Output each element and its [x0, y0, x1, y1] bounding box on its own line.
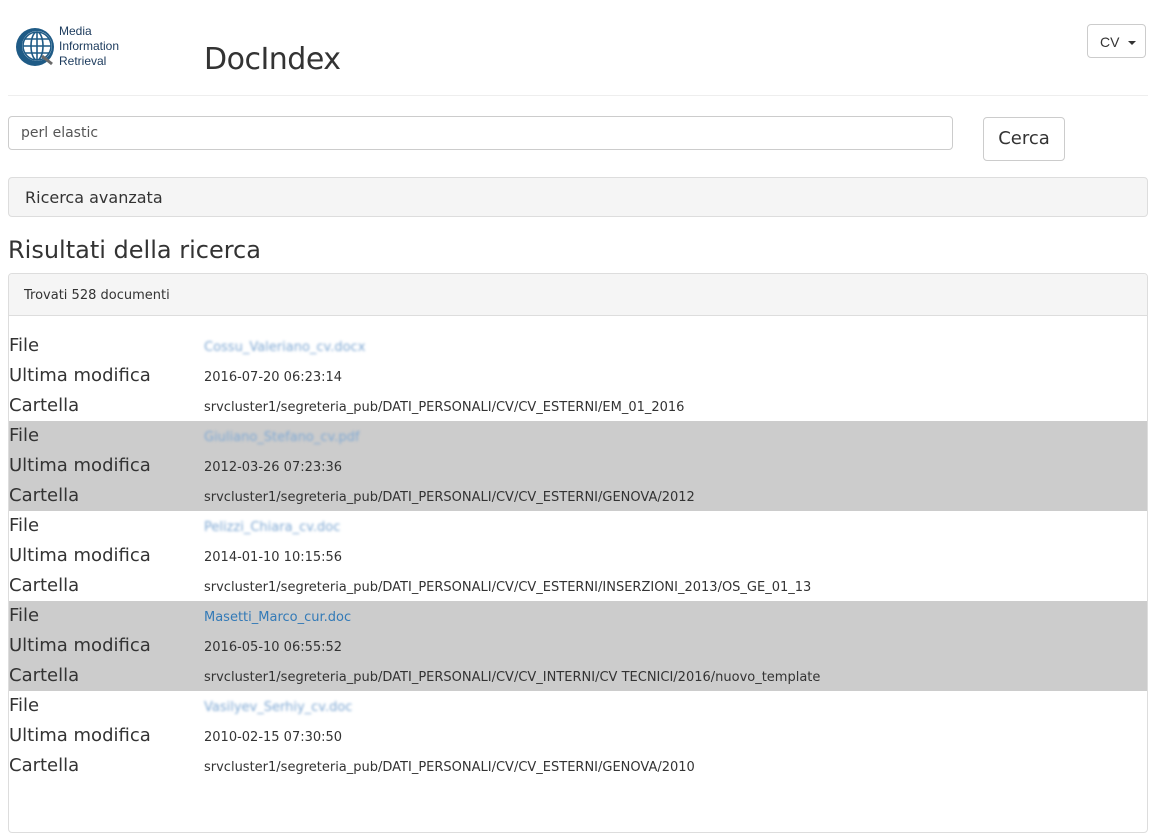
result-value-folder: srvcluster1/segreteria_pub/DATI_PERSONAL… — [204, 670, 821, 685]
result-row-modified: Ultima modifica 2016-07-20 06:23:14 — [9, 361, 1147, 391]
result-row-modified: Ultima modifica 2010-02-15 07:30:50 — [9, 721, 1147, 751]
result-item: File Vasilyev_Serhiy_cv.doc Ultima modific… — [9, 691, 1147, 781]
result-item: File Giuliano_Stefano_cv.pdf Ultima modifi… — [9, 421, 1147, 511]
result-row-modified: Ultima modifica 2016-05-10 06:55:52 — [9, 631, 1147, 661]
result-label-folder: Cartella — [9, 665, 80, 686]
result-label-file: File — [9, 695, 40, 716]
result-label-modified: Ultima modifica — [9, 365, 151, 386]
result-label-folder: Cartella — [9, 575, 80, 596]
logo-line-1: Media — [59, 24, 92, 38]
result-file-link[interactable]: Pelizzi_Chiara_cv.doc — [204, 513, 340, 543]
result-item: File Masetti_Marco_cur.doc Ultima modifica… — [9, 601, 1147, 691]
result-row-file: File Cossu_Valeriano_cv.docx — [9, 331, 1147, 363]
result-value-modified: 2014-01-10 10:15:56 — [204, 550, 343, 565]
result-label-folder: Cartella — [9, 755, 80, 776]
logo-text: Media Information Retrieval — [59, 24, 119, 69]
results-count: Trovati 528 documenti — [9, 274, 1147, 316]
result-row-file: File Masetti_Marco_cur.doc — [9, 601, 1147, 633]
result-file-link[interactable]: Cossu_Valeriano_cv.docx — [204, 333, 365, 363]
result-value-folder: srvcluster1/segreteria_pub/DATI_PERSONAL… — [204, 490, 695, 505]
result-label-folder: Cartella — [9, 395, 80, 416]
result-item: File Cossu_Valeriano_cv.docx Ultima modifi… — [9, 331, 1147, 421]
result-value-folder: srvcluster1/segreteria_pub/DATI_PERSONAL… — [204, 580, 812, 595]
results-panel: Trovati 528 documenti File Cossu_Valerian… — [8, 273, 1148, 833]
search-input[interactable]: perl elastic — [8, 116, 953, 150]
result-value-modified: 2012-03-26 07:23:36 — [204, 460, 343, 475]
result-value-modified: 2016-07-20 06:23:14 — [204, 370, 343, 385]
logo-line-2: Information — [59, 39, 120, 53]
result-row-file: File Giuliano_Stefano_cv.pdf — [9, 421, 1147, 453]
result-value-modified: 2016-05-10 06:55:52 — [204, 640, 343, 655]
results-list: File Cossu_Valeriano_cv.docx Ultima modifi… — [9, 331, 1147, 781]
result-item: File Pelizzi_Chiara_cv.doc Ultima modifica… — [9, 511, 1147, 601]
result-row-folder: Cartella srvcluster1/segreteria_pub/DATI_… — [9, 481, 1147, 511]
result-label-modified: Ultima modifica — [9, 725, 151, 746]
result-row-file: File Pelizzi_Chiara_cv.doc — [9, 511, 1147, 543]
result-label-folder: Cartella — [9, 485, 80, 506]
result-label-modified: Ultima modifica — [9, 635, 151, 656]
globe-logo-icon — [16, 28, 54, 66]
result-label-file: File — [9, 425, 40, 446]
result-label-modified: Ultima modifica — [9, 455, 151, 476]
app-title: DocIndex — [204, 42, 341, 77]
result-file-link[interactable]: Masetti_Marco_cur.doc — [204, 603, 351, 633]
result-row-folder: Cartella srvcluster1/segreteria_pub/DATI_… — [9, 391, 1147, 421]
result-file-link[interactable]: Vasilyev_Serhiy_cv.doc — [204, 693, 352, 723]
result-row-modified: Ultima modifica 2014-01-10 10:15:56 — [9, 541, 1147, 571]
result-row-file: File Vasilyev_Serhiy_cv.doc — [9, 691, 1147, 723]
result-label-file: File — [9, 515, 40, 536]
result-row-modified: Ultima modifica 2012-03-26 07:23:36 — [9, 451, 1147, 481]
advanced-search-toggle[interactable]: Ricerca avanzata — [8, 177, 1148, 217]
search-button[interactable]: Cerca — [983, 117, 1065, 161]
result-value-folder: srvcluster1/segreteria_pub/DATI_PERSONAL… — [204, 400, 685, 415]
result-label-file: File — [9, 335, 40, 356]
result-label-modified: Ultima modifica — [9, 545, 151, 566]
collection-dropdown-value: CV — [1100, 34, 1120, 50]
result-row-folder: Cartella srvcluster1/segreteria_pub/DATI_… — [9, 661, 1147, 691]
header-divider — [8, 95, 1148, 96]
mir-logo: Media Information Retrieval — [14, 24, 139, 74]
logo-line-3: Retrieval — [59, 54, 107, 68]
result-file-link[interactable]: Giuliano_Stefano_cv.pdf — [204, 423, 359, 453]
result-row-folder: Cartella srvcluster1/segreteria_pub/DATI_… — [9, 571, 1147, 601]
results-title: Risultati della ricerca — [8, 236, 261, 264]
result-label-file: File — [9, 605, 40, 626]
collection-dropdown[interactable]: CV — [1087, 24, 1146, 58]
result-value-folder: srvcluster1/segreteria_pub/DATI_PERSONAL… — [204, 760, 695, 775]
result-row-folder: Cartella srvcluster1/segreteria_pub/DATI_… — [9, 751, 1147, 781]
result-value-modified: 2010-02-15 07:30:50 — [204, 730, 343, 745]
caret-down-icon — [1128, 41, 1136, 45]
